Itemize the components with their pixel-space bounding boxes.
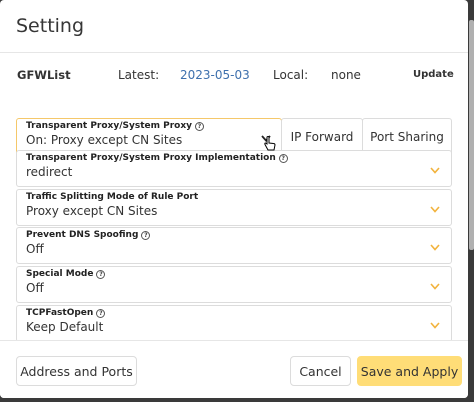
gfwlist-row: GFWList Latest: 2023-05-03 Local: none U… <box>0 52 468 98</box>
question-circle-icon: ? <box>278 153 288 163</box>
tcp-fast-open-select[interactable]: TCPFastOpen ? Keep Default <box>16 305 452 340</box>
hand-pointer-icon <box>264 136 276 151</box>
address-and-ports-button[interactable]: Address and Ports <box>16 356 137 386</box>
chevron-down-icon <box>430 283 440 290</box>
settings-dialog: Setting GFWList Latest: 2023-05-03 Local… <box>0 0 468 398</box>
save-and-apply-button[interactable]: Save and Apply <box>357 356 462 386</box>
update-button[interactable]: Update <box>413 69 454 80</box>
field-value: Off <box>26 281 44 295</box>
local-version: none <box>331 68 361 82</box>
chevron-down-icon <box>430 322 440 329</box>
field-value: Keep Default <box>26 320 104 334</box>
field-value: Proxy except CN Sites <box>26 204 158 218</box>
scrollbar[interactable] <box>469 20 474 250</box>
chevron-down-icon <box>430 244 440 251</box>
cancel-button[interactable]: Cancel <box>290 356 351 386</box>
chevron-down-icon <box>430 167 440 174</box>
field-value: Off <box>26 242 44 256</box>
local-label: Local: <box>273 68 309 82</box>
proxy-implementation-select[interactable]: Transparent Proxy/System Proxy Implement… <box>16 150 452 187</box>
question-circle-icon: ? <box>96 269 106 279</box>
field-label: Special Mode <box>26 269 94 279</box>
settings-form: Transparent Proxy/System Proxy ? On: Pro… <box>16 110 453 340</box>
field-label: Prevent DNS Spoofing <box>26 230 139 240</box>
question-circle-icon: ? <box>195 121 205 131</box>
latest-label: Latest: <box>118 68 160 82</box>
field-label: Transparent Proxy/System Proxy Implement… <box>26 153 276 163</box>
field-label: TCPFastOpen <box>26 308 94 318</box>
field-label: Traffic Splitting Mode of Rule Port <box>26 192 199 202</box>
question-circle-icon: ? <box>96 308 106 318</box>
question-circle-icon: ? <box>141 230 151 240</box>
traffic-splitting-select[interactable]: Traffic Splitting Mode of Rule Port Prox… <box>16 189 452 226</box>
field-label: Transparent Proxy/System Proxy <box>26 121 193 131</box>
gfwlist-name: GFWList <box>17 68 71 82</box>
field-value: redirect <box>26 165 73 179</box>
prevent-dns-spoofing-select[interactable]: Prevent DNS Spoofing ? Off <box>16 227 452 264</box>
dialog-header: Setting <box>0 0 468 53</box>
field-value: On: Proxy except CN Sites <box>26 133 183 147</box>
chevron-down-icon <box>430 206 440 213</box>
latest-version-link[interactable]: 2023-05-03 <box>180 68 250 82</box>
dialog-footer: Address and Ports Cancel Save and Apply <box>0 340 468 398</box>
special-mode-select[interactable]: Special Mode ? Off <box>16 266 452 303</box>
dialog-title: Setting <box>16 15 85 37</box>
